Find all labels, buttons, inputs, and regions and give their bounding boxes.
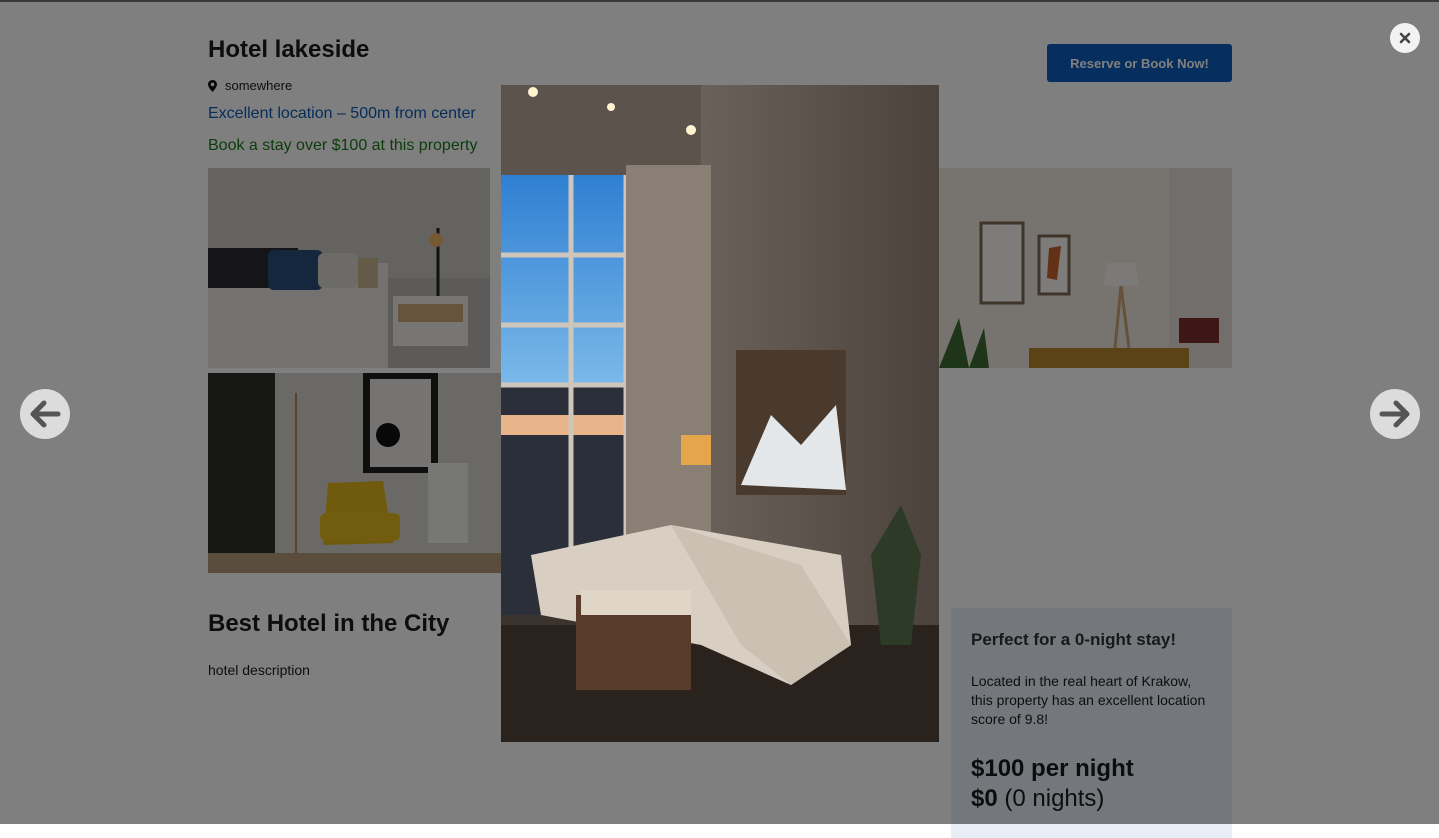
close-icon bbox=[1399, 32, 1411, 44]
arrow-left-icon bbox=[30, 400, 61, 428]
lightbox-photo bbox=[501, 85, 939, 742]
previous-photo-button[interactable] bbox=[20, 389, 70, 439]
close-lightbox-button[interactable] bbox=[1390, 23, 1420, 53]
arrow-right-icon bbox=[1379, 400, 1410, 428]
top-border bbox=[0, 0, 1439, 2]
next-photo-button[interactable] bbox=[1370, 389, 1420, 439]
